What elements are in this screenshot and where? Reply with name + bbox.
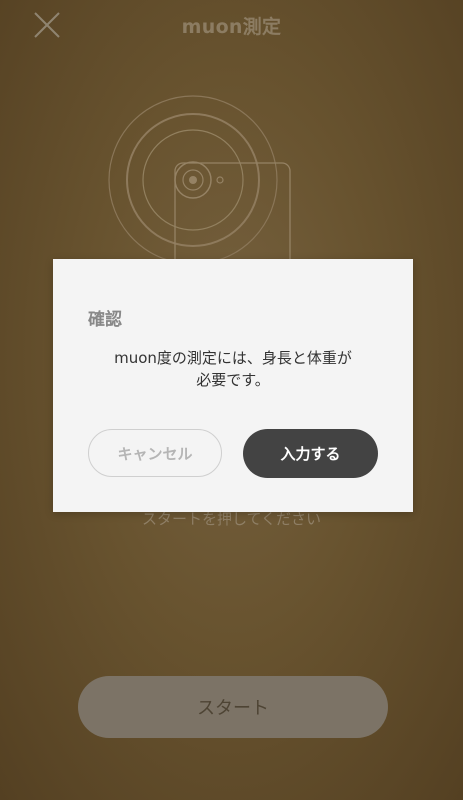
cancel-button[interactable]: キャンセル <box>88 429 222 477</box>
dialog-message: muon度の測定には、身長と体重が 必要です。 <box>83 347 383 391</box>
confirm-dialog: 確認 muon度の測定には、身長と体重が 必要です。 キャンセル 入力する <box>53 259 413 512</box>
input-button[interactable]: 入力する <box>243 429 378 478</box>
dialog-message-line: 必要です。 <box>196 371 270 389</box>
dialog-message-line: muon度の測定には、身長と体重が <box>114 349 352 367</box>
dialog-overlay: 確認 muon度の測定には、身長と体重が 必要です。 キャンセル 入力する <box>0 0 463 800</box>
dialog-title: 確認 <box>88 310 122 330</box>
